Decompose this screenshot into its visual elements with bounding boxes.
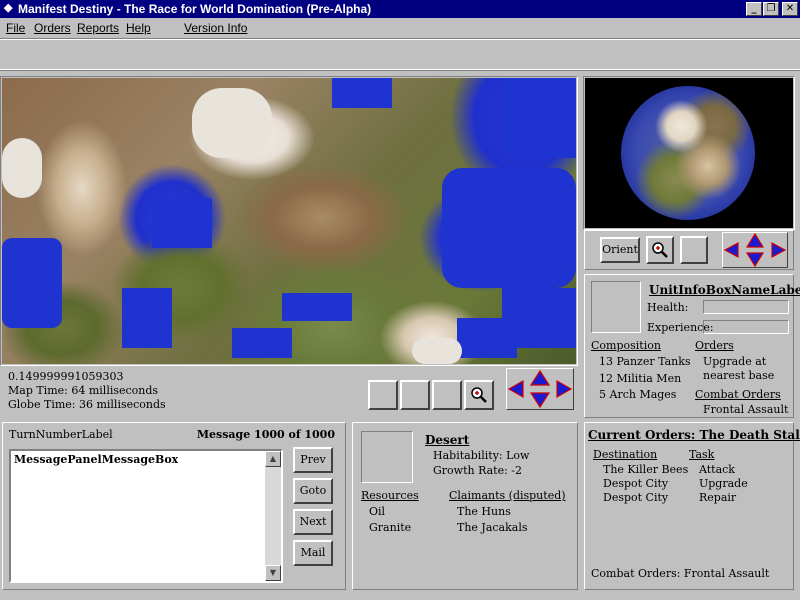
arrow-right-icon[interactable] [556, 379, 573, 399]
map-time: Map Time: 64 milliseconds [8, 384, 159, 397]
mail-button[interactable]: Mail [293, 540, 333, 566]
order-task[interactable]: Upgrade [699, 477, 748, 490]
task-header: Task [689, 448, 715, 461]
map-tool-button-1[interactable] [368, 380, 398, 410]
message-box-text: MessagePanelMessageBox [14, 453, 179, 466]
composition-item: 12 Militia Men [599, 372, 682, 385]
scroll-down-button[interactable]: ▼ [265, 565, 281, 581]
message-box[interactable]: MessagePanelMessageBox ▲ ▼ [9, 449, 283, 583]
arrow-right-icon[interactable] [771, 241, 787, 259]
orders-header: Orders [695, 339, 734, 352]
map-zoom-button[interactable] [464, 380, 494, 410]
habitability: Habitability: Low [433, 449, 530, 462]
menu-file[interactable]: File [6, 21, 25, 35]
orders-value-line2: nearest base [703, 369, 775, 382]
arrow-up-icon[interactable] [529, 369, 551, 386]
minimize-button[interactable]: _ [746, 2, 762, 16]
globe-tool-button[interactable] [680, 236, 708, 264]
order-task[interactable]: Repair [699, 491, 736, 504]
growth-rate: Growth Rate: -2 [433, 464, 523, 477]
globe-zoom-button[interactable] [646, 236, 674, 264]
window-title: Manifest Destiny - The Race for World Do… [18, 2, 372, 16]
orders-value-line1: Upgrade at [703, 355, 767, 368]
menu-bar: File Orders Reports Help Version Info [0, 18, 800, 36]
menu-reports[interactable]: Reports [77, 21, 119, 35]
title-bar: ◆ Manifest Destiny - The Race for World … [0, 0, 800, 18]
next-button[interactable]: Next [293, 509, 333, 535]
destination-header: Destination [593, 448, 658, 461]
claimant-item: The Jacakals [457, 521, 528, 534]
close-button[interactable]: ✕ [782, 2, 798, 16]
order-destination[interactable]: The Killer Bees [603, 463, 688, 476]
experience-bar [703, 320, 789, 334]
message-counter: Message 1000 of 1000 [196, 428, 335, 441]
system-menu-icon[interactable]: ◆ [4, 1, 12, 14]
unit-name: UnitInfoBoxNameLabel [649, 283, 800, 297]
composition-item: 13 Panzer Tanks [599, 355, 691, 368]
order-task[interactable]: Attack [699, 463, 735, 476]
current-orders-title: Current Orders: The Death Stalkers [588, 428, 800, 442]
menu-version-info[interactable]: Version Info [184, 21, 247, 35]
terrain-name: Desert [425, 433, 470, 447]
main-map-view[interactable] [2, 78, 576, 364]
arrow-down-icon[interactable] [529, 392, 551, 409]
globe-view[interactable] [585, 78, 793, 228]
claimants-header: Claimants (disputed) [449, 489, 566, 502]
orient-button[interactable]: Orient [600, 237, 640, 263]
resource-item: Oil [369, 505, 386, 518]
globe-arrow-pad [722, 232, 788, 268]
map-tool-button-3[interactable] [432, 380, 462, 410]
health-label: Health: [647, 301, 689, 314]
scroll-up-button[interactable]: ▲ [265, 451, 281, 467]
maximize-button[interactable]: ❐ [763, 2, 779, 16]
combat-orders-value: Frontal Assault [703, 403, 789, 416]
menu-help[interactable]: Help [126, 21, 151, 35]
order-destination[interactable]: Despot City [603, 477, 668, 490]
map-tool-button-2[interactable] [400, 380, 430, 410]
order-destination[interactable]: Despot City [603, 491, 668, 504]
prev-button[interactable]: Prev [293, 447, 333, 473]
tile-info-panel: Desert Habitability: Low Growth Rate: -2… [352, 422, 578, 590]
combat-orders-header: Combat Orders [695, 388, 781, 401]
toolbar [0, 38, 800, 70]
arrow-left-icon[interactable] [723, 241, 739, 259]
combat-orders-footer: Combat Orders: Frontal Assault [591, 567, 770, 580]
globe-time: Globe Time: 36 milliseconds [8, 398, 166, 411]
goto-button[interactable]: Goto [293, 478, 333, 504]
turn-number-label: TurnNumberLabel [9, 428, 113, 441]
map-arrow-pad [506, 368, 574, 410]
arrow-down-icon[interactable] [745, 252, 765, 268]
health-bar [703, 300, 789, 314]
magnifier-icon [471, 387, 487, 403]
composition-header: Composition [591, 339, 661, 352]
menu-orders[interactable]: Orders [34, 21, 71, 35]
resources-header: Resources [361, 489, 419, 502]
unit-info-panel: UnitInfoBoxNameLabel Health: Experience:… [584, 274, 800, 418]
current-orders-panel: Current Orders: The Death Stalkers Desti… [584, 422, 800, 590]
magnifier-icon [652, 242, 668, 258]
claimant-item: The Huns [457, 505, 511, 518]
composition-item: 5 Arch Mages [599, 388, 677, 401]
tile-image [361, 431, 413, 483]
resource-item: Granite [369, 521, 412, 534]
message-scrollbar[interactable]: ▲ ▼ [265, 451, 281, 581]
arrow-left-icon[interactable] [507, 379, 524, 399]
globe[interactable] [621, 86, 755, 220]
zoom-value: 0.149999991059303 [8, 370, 124, 383]
message-panel: TurnNumberLabel Message 1000 of 1000 Mes… [2, 422, 346, 590]
arrow-up-icon[interactable] [745, 232, 765, 248]
unit-portrait [591, 281, 641, 333]
